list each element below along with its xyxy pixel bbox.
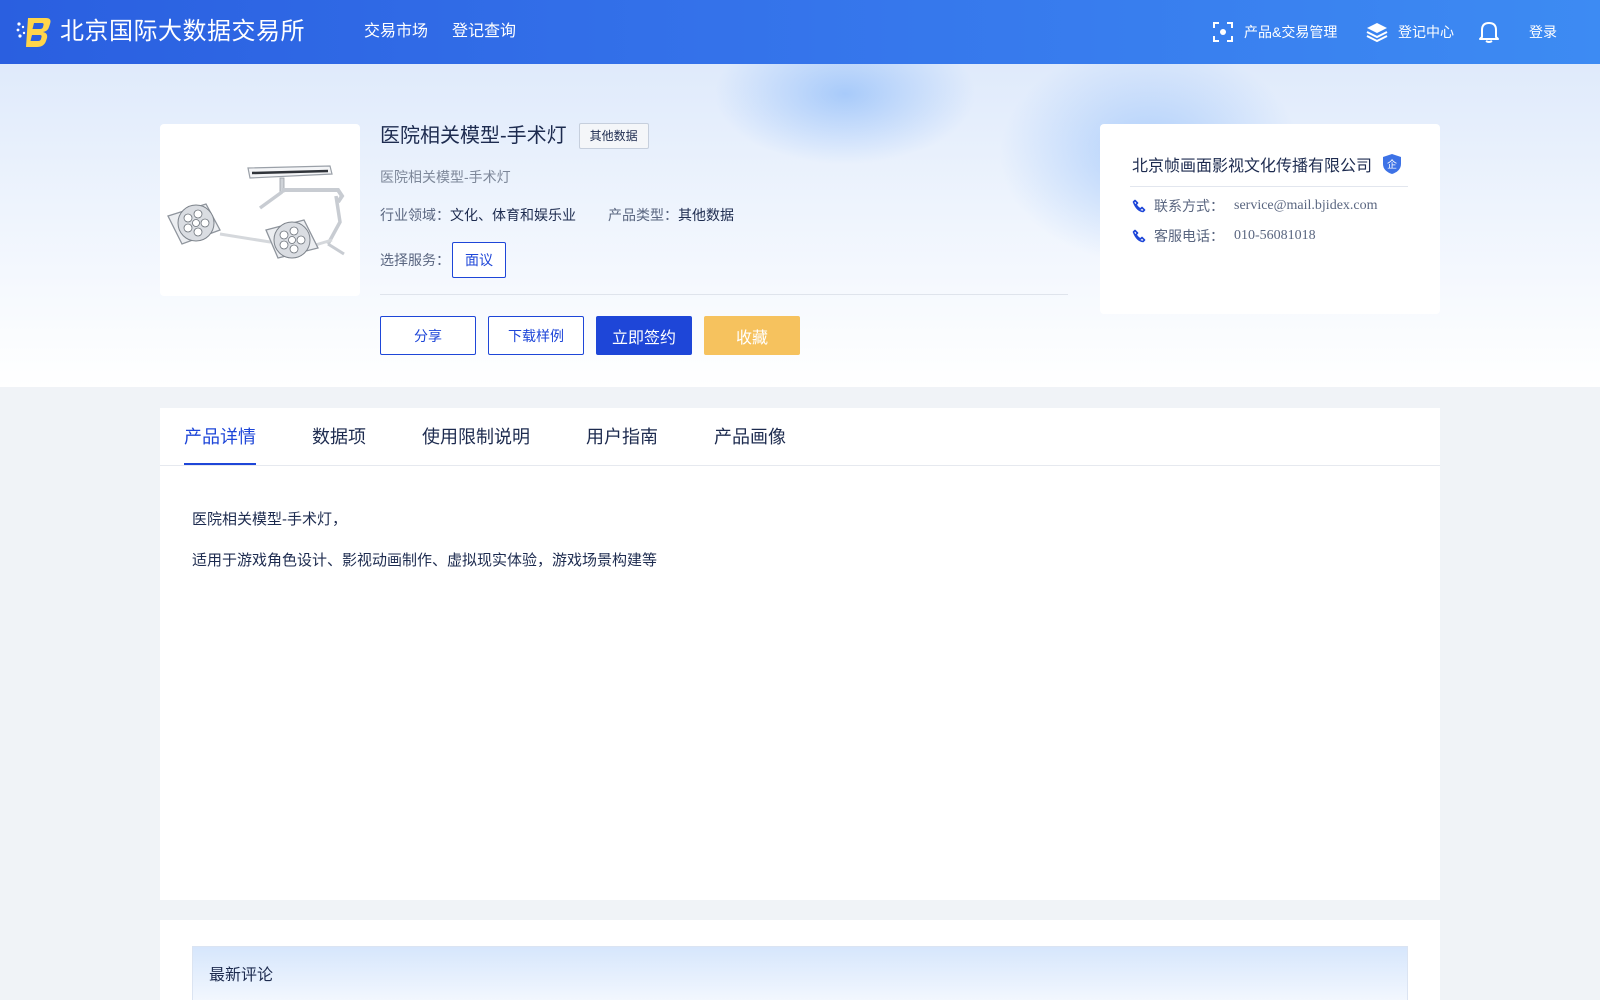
phone-number: 010-56081018 — [1234, 228, 1316, 243]
industry-value: 文化、体育和娱乐业 — [450, 207, 576, 223]
nav-register-center-label: 登记中心 — [1398, 24, 1454, 40]
favorite-button[interactable]: 收藏 — [704, 316, 800, 355]
nav-product-trade-management-label: 产品&交易管理 — [1244, 24, 1338, 40]
share-button[interactable]: 分享 — [380, 316, 476, 355]
login-link[interactable]: 登录 — [1529, 22, 1557, 42]
comments-card: 最新评论 — [160, 920, 1440, 1000]
product-type-value: 其他数据 — [678, 207, 734, 223]
detail-tabs: 产品详情 数据项 使用限制说明 用户指南 产品画像 — [160, 408, 1440, 466]
comments-header: 最新评论 — [192, 946, 1408, 1000]
main-nav: 交易市场 登记查询 — [364, 20, 516, 44]
product-divider — [380, 294, 1068, 295]
tab-product-details[interactable]: 产品详情 — [184, 424, 256, 450]
logo-icon[interactable] — [16, 14, 52, 50]
nav-trading-market[interactable]: 交易市场 — [364, 20, 428, 44]
product-image — [160, 124, 360, 296]
contact-phone-row: 客服电话： 010-56081018 — [1132, 226, 1316, 246]
product-actions: 分享 下载样例 立即签约 收藏 — [380, 316, 800, 355]
layers-icon — [1366, 23, 1388, 43]
nav-register-center[interactable]: 登记中心 — [1366, 21, 1454, 43]
bell-icon[interactable] — [1478, 20, 1500, 44]
shield-icon: 企 — [1383, 154, 1402, 174]
phone-label: 客服电话： — [1154, 228, 1224, 244]
product-title: 医院相关模型-手术灯 — [380, 125, 567, 147]
company-divider — [1130, 186, 1408, 187]
industry-field: 行业领域：文化、体育和娱乐业 — [380, 205, 576, 225]
product-detail-card: 产品详情 数据项 使用限制说明 用户指南 产品画像 医院相关模型-手术灯， 适用… — [160, 408, 1440, 900]
brand-title[interactable]: 北京国际大数据交易所 — [60, 14, 305, 50]
tab-data-items[interactable]: 数据项 — [312, 424, 366, 450]
phone-icon — [1132, 199, 1146, 213]
nav-registration-query[interactable]: 登记查询 — [452, 20, 516, 44]
service-option-negotiable[interactable]: 面议 — [452, 242, 506, 278]
company-card: 北京帧画面影视文化传播有限公司 企 联系方式： service@mail.bji… — [1100, 124, 1440, 314]
product-type-label: 产品类型： — [608, 207, 678, 223]
surgical-lamp-image — [167, 165, 345, 259]
service-selector: 选择服务： 面议 — [380, 242, 506, 278]
tab-product-portrait[interactable]: 产品画像 — [714, 424, 786, 450]
detail-description-line-2: 适用于游戏角色设计、影视动画制作、虚拟现实体验，游戏场景构建等 — [192, 552, 658, 569]
company-badge-text: 企 — [1387, 158, 1397, 171]
contact-email-row: 联系方式： service@mail.bjidex.com — [1132, 196, 1378, 216]
comments-title: 最新评论 — [209, 967, 274, 984]
product-category-tag: 其他数据 — [578, 123, 649, 149]
product-title-row: 医院相关模型-手术灯 其他数据 — [380, 122, 649, 150]
phone-icon — [1132, 229, 1146, 243]
detail-description-line-1: 医院相关模型-手术灯， — [192, 511, 347, 528]
sign-now-button[interactable]: 立即签约 — [596, 316, 692, 355]
active-tab-indicator — [184, 463, 256, 465]
service-label: 选择服务： — [380, 252, 450, 268]
industry-label: 行业领域： — [380, 207, 450, 223]
company-name[interactable]: 北京帧画面影视文化传播有限公司 — [1132, 152, 1372, 176]
contact-label: 联系方式： — [1154, 198, 1224, 214]
download-sample-button[interactable]: 下载样例 — [488, 316, 584, 355]
tab-user-guide[interactable]: 用户指南 — [586, 424, 658, 450]
scan-frame-icon — [1213, 22, 1233, 42]
tab-usage-restrictions[interactable]: 使用限制说明 — [422, 424, 530, 450]
top-navigation-bar: 北京国际大数据交易所 交易市场 登记查询 产品&交易管理 登记中心 登录 — [0, 0, 1600, 64]
nav-product-trade-management[interactable]: 产品&交易管理 — [1212, 21, 1337, 43]
contact-email[interactable]: service@mail.bjidex.com — [1234, 198, 1378, 214]
company-name-row: 北京帧画面影视文化传播有限公司 企 — [1132, 152, 1402, 176]
product-meta: 行业领域：文化、体育和娱乐业 产品类型：其他数据 — [380, 205, 734, 225]
product-subtitle: 医院相关模型-手术灯 — [380, 169, 511, 185]
product-type-field: 产品类型：其他数据 — [608, 205, 734, 225]
